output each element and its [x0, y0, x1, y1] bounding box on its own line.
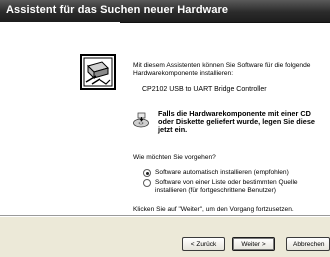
option-auto-install-label[interactable]: Software automatisch installieren (empfo… — [155, 169, 289, 177]
back-button[interactable]: < Zurück — [182, 237, 225, 251]
hardware-wizard-icon — [80, 54, 116, 90]
option-manual-install-label-line2[interactable]: installieren (für fortgeschrittene Benut… — [155, 187, 276, 195]
cd-disc-icon — [133, 112, 149, 128]
wizard-content: Mit diesem Assistenten können Sie Softwa… — [133, 22, 330, 215]
title-bar[interactable]: Assistent für das Suchen neuer Hardware — [0, 0, 330, 23]
option-manual-install-label-line1[interactable]: Software von einer Liste oder bestimmten… — [155, 179, 298, 187]
intro-text-line2: Hardwarekomponente installieren: — [133, 70, 234, 77]
device-name: CP2102 USB to UART Bridge Controller — [142, 86, 267, 93]
next-button[interactable]: Weiter > — [232, 237, 275, 251]
notice-line3: jetzt ein. — [158, 125, 188, 134]
intro-text-line1: Mit diesem Assistenten können Sie Softwa… — [133, 62, 311, 69]
wizard-side-panel — [0, 22, 120, 215]
footer-hint: Klicken Sie auf "Weiter", um den Vorgang… — [133, 206, 294, 213]
insert-media-notice: Falls die Hardwarekomponente mit einer C… — [133, 109, 330, 138]
window-title: Assistent für das Suchen neuer Hardware — [6, 4, 229, 16]
hardware-wizard-window: Assistent für das Suchen neuer Hardware … — [0, 0, 330, 257]
radio-manual-install[interactable] — [143, 179, 151, 187]
question-label: Wie möchten Sie vorgehen? — [133, 154, 216, 161]
cancel-button[interactable]: Abbrechen — [286, 237, 330, 251]
radio-auto-install[interactable] — [143, 169, 151, 177]
button-bar: < Zurück Weiter > Abbrechen — [0, 217, 330, 257]
